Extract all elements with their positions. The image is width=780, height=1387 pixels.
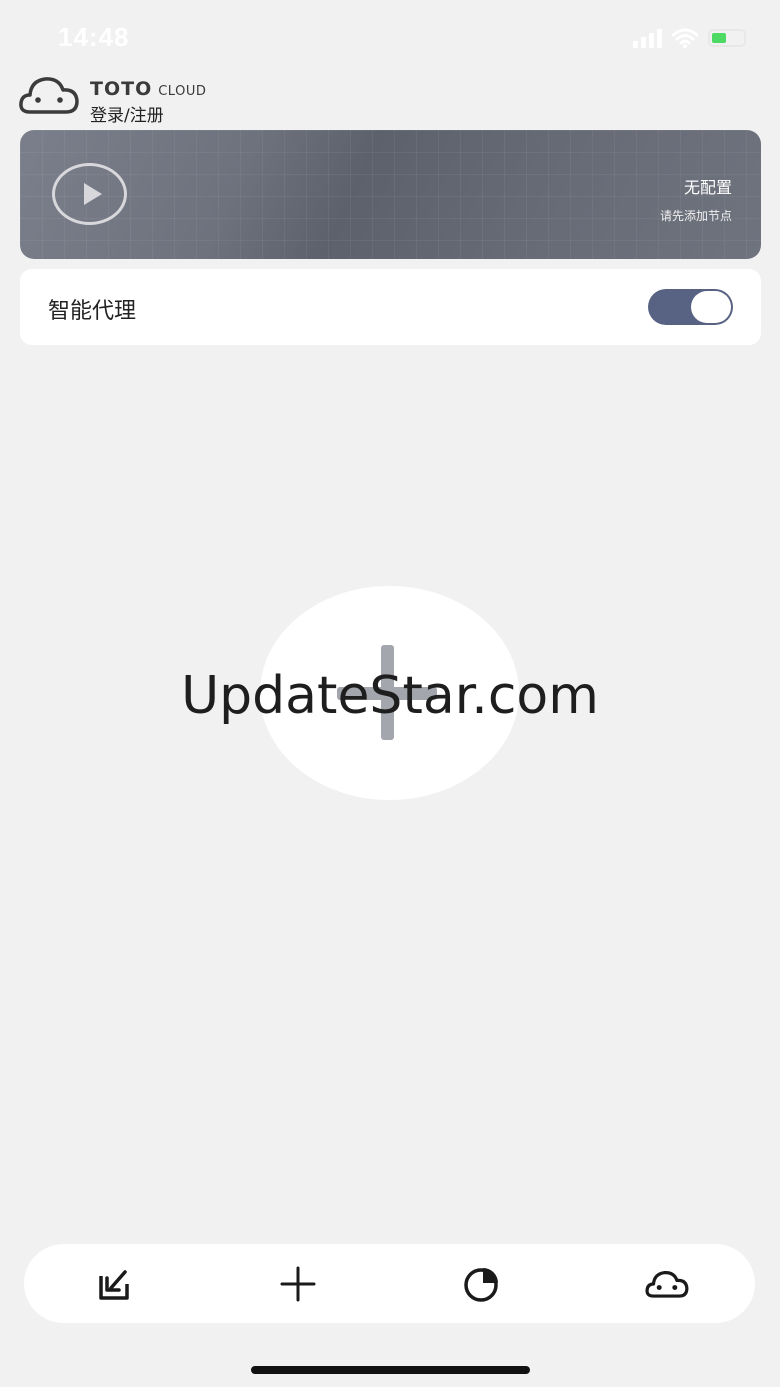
- wifi-icon: [672, 28, 698, 48]
- cloud-face-icon: [19, 77, 79, 114]
- config-subtitle: 请先添加节点: [659, 209, 732, 223]
- tab-add[interactable]: [272, 1258, 324, 1310]
- add-icon: [280, 1266, 316, 1302]
- brand-name: TOTO: [90, 78, 153, 100]
- tab-stats[interactable]: [456, 1258, 508, 1310]
- toggle-knob: [691, 291, 731, 323]
- battery-charging-icon: [708, 29, 746, 47]
- smart-proxy-label: 智能代理: [48, 299, 137, 324]
- brand-line: TOTO CLOUD: [90, 78, 206, 100]
- pie-chart-icon: [464, 1268, 498, 1302]
- battery-level: [712, 33, 726, 43]
- tab-import[interactable]: [87, 1258, 139, 1310]
- cloud-face-icon: [645, 1271, 689, 1298]
- config-card[interactable]: 无配置 请先添加节点: [20, 130, 761, 259]
- import-icon: [99, 1270, 129, 1300]
- watermark: UpdateStar.com: [181, 666, 599, 726]
- brand-suffix: CLOUD: [158, 84, 207, 99]
- header: TOTO CLOUD 登录/注册: [18, 72, 206, 126]
- signal-icon: [633, 28, 662, 48]
- tab-cloud[interactable]: [641, 1258, 693, 1310]
- card-background-grid: [20, 130, 761, 259]
- status-time: 14:48: [58, 22, 130, 52]
- brand: TOTO CLOUD 登录/注册: [90, 78, 206, 126]
- smart-proxy-toggle[interactable]: [648, 289, 733, 325]
- status-icons: [633, 28, 746, 48]
- smart-proxy-row: 智能代理: [20, 269, 761, 345]
- play-icon: [83, 183, 102, 205]
- status-bar: 14:48: [0, 0, 780, 78]
- play-button[interactable]: [52, 163, 127, 225]
- home-indicator[interactable]: [251, 1366, 530, 1374]
- login-register-link[interactable]: 登录/注册: [90, 101, 206, 126]
- config-title: 无配置: [683, 178, 732, 197]
- tab-bar: [24, 1244, 755, 1323]
